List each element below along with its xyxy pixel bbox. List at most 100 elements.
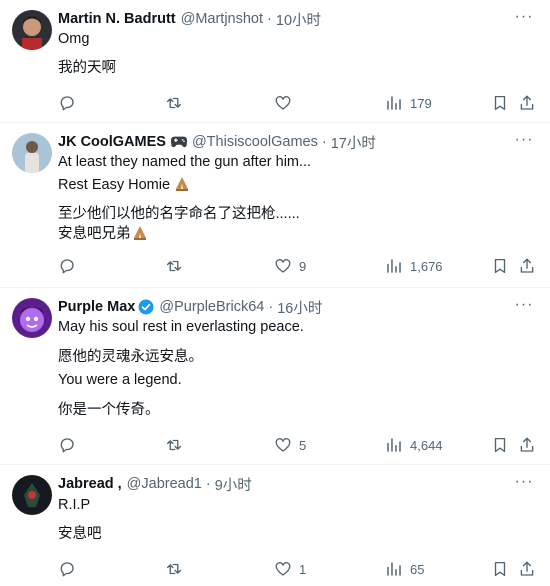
views-button[interactable]: 1,676	[385, 256, 443, 276]
bookmark-icon	[494, 258, 506, 274]
more-icon[interactable]: ···	[512, 9, 536, 29]
tweet-text: R.I.P	[58, 497, 91, 513]
reply-icon	[60, 562, 74, 577]
like-button[interactable]: 1	[274, 559, 306, 579]
views-button[interactable]: 4,644	[385, 435, 443, 455]
retweet-icon	[166, 563, 182, 575]
separator: ·	[321, 134, 327, 150]
tweet-text: Omg	[58, 31, 90, 47]
retweet-button[interactable]	[165, 93, 190, 113]
views-icon	[387, 96, 401, 110]
views-count: 179	[410, 95, 432, 111]
tweet[interactable]: Jabread , @Jabread1 · 9小时 ··· R.I.P 安息吧 …	[0, 465, 550, 586]
like-button[interactable]	[274, 93, 299, 113]
like-count: 9	[299, 258, 307, 274]
like-icon	[275, 96, 291, 110]
retweet-icon	[166, 260, 182, 272]
separator: ·	[268, 299, 274, 315]
avatar[interactable]	[12, 10, 52, 50]
reply-button[interactable]	[58, 559, 83, 579]
tweet[interactable]: Martin N. Badrutt @Martjnshot · 10小时 ···…	[0, 0, 550, 123]
avatar[interactable]	[12, 133, 52, 173]
reply-button[interactable]	[58, 256, 83, 276]
more-icon[interactable]: ···	[512, 297, 536, 317]
reply-button[interactable]	[58, 93, 83, 113]
tweet-text: You were a legend.	[58, 372, 182, 388]
views-count: 1,676	[410, 258, 443, 274]
like-button[interactable]: 5	[274, 435, 306, 455]
timestamp[interactable]: 17小时	[331, 132, 376, 153]
folded-hands-emoji	[133, 226, 146, 240]
like-icon	[275, 438, 291, 452]
author-name[interactable]: JK CoolGAMES	[58, 134, 166, 150]
author-handle[interactable]: @Martjnshot	[181, 11, 263, 27]
retweet-button[interactable]	[165, 256, 190, 276]
share-button[interactable]	[518, 256, 536, 276]
share-icon	[520, 95, 534, 110]
bookmark-icon	[494, 561, 506, 577]
verified-badge-icon	[138, 299, 154, 315]
tweet-text: 你是一个传奇。	[58, 402, 160, 418]
views-icon	[387, 562, 401, 576]
share-icon	[520, 561, 534, 576]
bookmark-button[interactable]	[491, 435, 509, 455]
more-icon[interactable]: ···	[512, 132, 536, 152]
author-name[interactable]: Martin N. Badrutt	[58, 11, 176, 27]
like-count: 5	[299, 437, 307, 453]
author-handle[interactable]: @Jabread1	[127, 476, 202, 492]
reply-icon	[60, 96, 74, 111]
timestamp[interactable]: 16小时	[277, 297, 322, 318]
reply-button[interactable]	[58, 435, 83, 455]
author-name[interactable]: Jabread ,	[58, 476, 122, 492]
avatar[interactable]	[12, 475, 52, 515]
bookmark-button[interactable]	[491, 93, 509, 113]
reply-icon	[60, 259, 74, 274]
share-icon	[520, 437, 534, 452]
tweet-text: At least they named the gun after him...	[58, 154, 312, 170]
retweet-icon	[166, 439, 182, 451]
tweet-text: 愿他的灵魂永远安息。	[58, 349, 203, 365]
timestamp[interactable]: 10小时	[276, 9, 321, 30]
gamepad-emoji	[170, 136, 188, 148]
retweet-button[interactable]	[165, 435, 190, 455]
author-handle[interactable]: @PurpleBrick64	[159, 299, 264, 315]
separator: ·	[267, 11, 272, 27]
tweet-text-line: Rest Easy Homie	[58, 175, 190, 193]
tweet[interactable]: JK CoolGAMES @ThisiscoolGames · 17小时 ···…	[0, 123, 550, 288]
views-icon	[387, 438, 401, 452]
timestamp[interactable]: 9小时	[215, 474, 252, 495]
like-button[interactable]: 9	[274, 256, 306, 276]
bookmark-icon	[494, 437, 506, 453]
tweet-text: May his soul rest in everlasting peace.	[58, 319, 304, 335]
bookmark-button[interactable]	[491, 559, 509, 579]
tweet[interactable]: Purple Max @PurpleBrick64 · 16小时 ··· May…	[0, 288, 550, 465]
share-button[interactable]	[518, 93, 536, 113]
retweet-button[interactable]	[165, 559, 190, 579]
reply-icon	[60, 438, 74, 453]
avatar[interactable]	[12, 298, 52, 338]
more-icon[interactable]: ···	[512, 474, 536, 494]
views-count: 65	[410, 561, 425, 577]
separator: ·	[205, 476, 211, 492]
tweet-text: 至少他们以他的名字命名了这把枪......	[58, 206, 300, 222]
like-count: 1	[299, 561, 307, 577]
share-button[interactable]	[518, 435, 536, 455]
retweet-icon	[166, 97, 182, 109]
bookmark-button[interactable]	[491, 256, 509, 276]
tweet-text: 安息吧兄弟	[58, 226, 131, 242]
tweet-text-line: 安息吧兄弟	[58, 222, 148, 243]
folded-hands-emoji	[176, 177, 189, 191]
like-icon	[275, 259, 291, 273]
author-handle[interactable]: @ThisiscoolGames	[192, 134, 318, 150]
views-count: 4,644	[410, 437, 443, 453]
like-icon	[275, 562, 291, 576]
share-icon	[520, 258, 534, 273]
bookmark-icon	[494, 95, 506, 111]
views-button[interactable]: 65	[385, 559, 424, 579]
share-button[interactable]	[518, 559, 536, 579]
views-icon	[387, 259, 401, 273]
tweet-text: 我的天啊	[58, 60, 116, 76]
author-name[interactable]: Purple Max	[58, 299, 135, 315]
views-button[interactable]: 179	[385, 93, 432, 113]
tweet-text: Rest Easy Homie	[58, 177, 171, 193]
